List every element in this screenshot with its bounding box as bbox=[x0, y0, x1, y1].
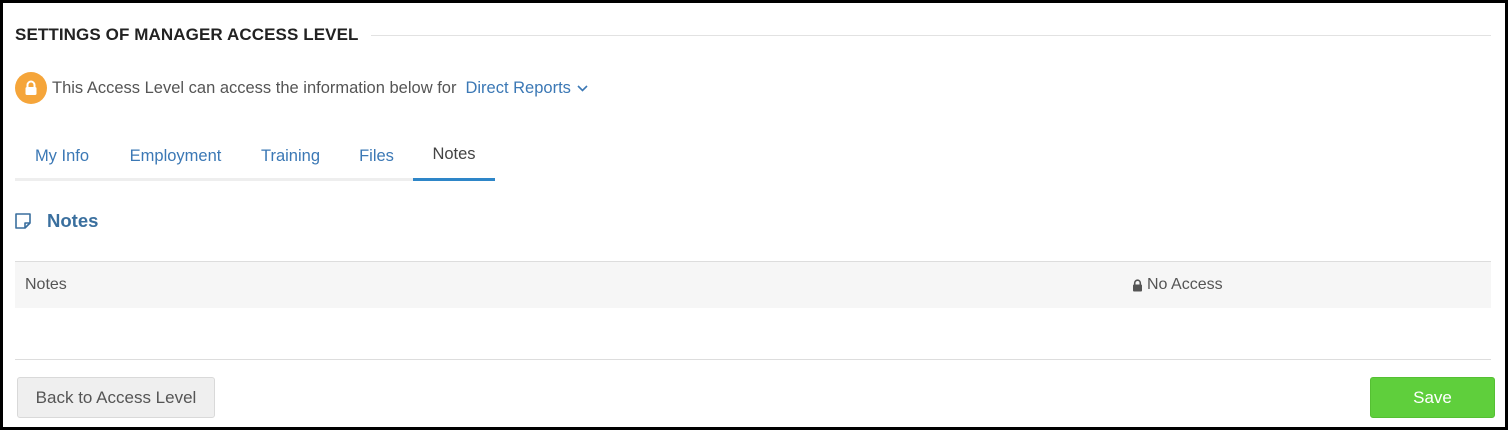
lock-icon bbox=[1132, 278, 1143, 292]
save-button[interactable]: Save bbox=[1370, 377, 1495, 418]
tab-training[interactable]: Training bbox=[242, 131, 339, 181]
footer-divider bbox=[15, 359, 1491, 360]
scope-dropdown-label: Direct Reports bbox=[465, 78, 571, 97]
back-to-access-level-button[interactable]: Back to Access Level bbox=[17, 377, 215, 418]
header-divider bbox=[370, 34, 1491, 36]
permission-label: Notes bbox=[25, 276, 67, 293]
chevron-down-icon bbox=[577, 84, 588, 92]
permission-value-label: No Access bbox=[1147, 276, 1223, 293]
table-row: Notes No Access bbox=[15, 262, 1491, 308]
tab-files[interactable]: Files bbox=[339, 131, 414, 181]
lock-icon bbox=[15, 72, 47, 104]
section-heading: Notes bbox=[14, 208, 98, 234]
note-icon bbox=[14, 211, 34, 231]
access-level-settings-panel: SETTINGS OF MANAGER ACCESS LEVEL This Ac… bbox=[0, 0, 1508, 430]
scope-dropdown[interactable]: Direct Reports bbox=[465, 78, 588, 98]
access-description: This Access Level can access the informa… bbox=[52, 78, 457, 97]
section-header: SETTINGS OF MANAGER ACCESS LEVEL bbox=[15, 23, 1491, 47]
permission-value[interactable]: No Access bbox=[1132, 276, 1223, 294]
tab-bar: My Info Employment Training Files Notes bbox=[15, 131, 495, 181]
access-scope-row: This Access Level can access the informa… bbox=[15, 72, 588, 104]
tab-my-info[interactable]: My Info bbox=[15, 131, 109, 181]
page-title: SETTINGS OF MANAGER ACCESS LEVEL bbox=[15, 25, 359, 44]
section-title: Notes bbox=[47, 210, 99, 231]
tab-employment[interactable]: Employment bbox=[109, 131, 242, 181]
tab-notes[interactable]: Notes bbox=[413, 131, 495, 181]
